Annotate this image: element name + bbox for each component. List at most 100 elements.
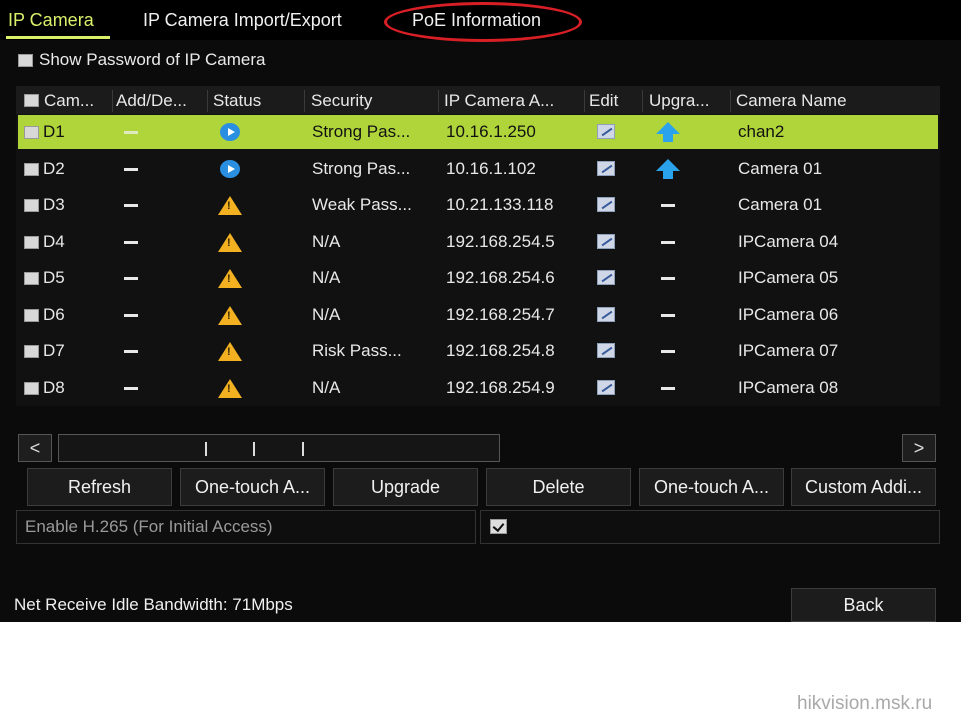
camera-name: Camera 01 <box>738 195 823 214</box>
scrollbar-grip <box>302 442 304 456</box>
column-divider[interactable] <box>584 90 585 112</box>
warning-icon <box>218 196 242 215</box>
add-delete-dash[interactable] <box>124 313 138 317</box>
horizontal-scrollbar[interactable]: < > <box>18 434 938 462</box>
camera-channel: D7 <box>43 341 65 360</box>
security-status: Weak Pass... <box>312 195 412 214</box>
row-checkbox[interactable] <box>24 199 39 212</box>
ip-address: 192.168.254.7 <box>446 304 555 324</box>
show-password-label: Show Password of IP Camera <box>39 50 266 69</box>
upgrade-dash <box>661 277 675 280</box>
upgrade-dash <box>661 204 675 207</box>
annotation-highlight-oval <box>384 2 582 42</box>
select-all-checkbox[interactable] <box>24 94 39 107</box>
security-status: N/A <box>312 231 341 251</box>
table-row[interactable]: D1 Strong Pas... 10.16.1.250 chan2 <box>18 115 938 149</box>
upgrade-button[interactable]: Upgrade <box>333 468 478 506</box>
row-checkbox[interactable] <box>24 381 39 395</box>
column-header-cam[interactable]: Cam... <box>44 91 94 111</box>
warning-icon <box>218 232 242 252</box>
scroll-left-button[interactable]: < <box>18 434 52 462</box>
column-divider[interactable] <box>112 90 113 112</box>
table-row[interactable]: D4 N/A 192.168.254.5 IPCamera 04 <box>18 225 938 259</box>
row-checkbox[interactable] <box>24 308 39 322</box>
camera-name: IPCamera 06 <box>738 304 839 324</box>
column-header-upgrade[interactable]: Upgra... <box>649 91 709 111</box>
edit-icon[interactable] <box>597 197 615 212</box>
row-checkbox[interactable] <box>24 235 39 249</box>
row-checkbox[interactable] <box>24 345 39 358</box>
upgrade-icon[interactable] <box>656 158 680 179</box>
table-row[interactable]: D7 Risk Pass... 192.168.254.8 IPCamera 07 <box>18 334 938 368</box>
scroll-right-button[interactable]: > <box>902 434 936 462</box>
show-password-option[interactable]: Show Password of IP Camera <box>18 50 265 70</box>
camera-name: IPCamera 04 <box>738 231 839 251</box>
edit-icon[interactable] <box>597 343 615 358</box>
column-header-add-delete[interactable]: Add/De... <box>116 91 187 111</box>
play-icon[interactable] <box>220 159 240 178</box>
refresh-button[interactable]: Refresh <box>27 468 172 506</box>
edit-icon[interactable] <box>597 270 615 285</box>
camera-channel: D1 <box>43 122 65 141</box>
tab-ip-camera-import-export[interactable]: IP Camera Import/Export <box>143 10 342 31</box>
add-delete-dash[interactable] <box>124 240 138 244</box>
play-icon[interactable] <box>220 123 240 141</box>
enable-h265-field <box>480 510 940 544</box>
column-header-ip-address[interactable]: IP Camera A... <box>444 91 554 111</box>
row-checkbox[interactable] <box>24 162 39 176</box>
edit-icon[interactable] <box>597 233 615 249</box>
row-checkbox[interactable] <box>24 126 39 139</box>
column-divider[interactable] <box>642 90 643 112</box>
column-divider[interactable] <box>304 90 305 112</box>
camera-name: chan2 <box>738 122 785 141</box>
scrollbar-thumb[interactable] <box>58 434 500 462</box>
table-row[interactable]: D2 Strong Pas... 10.16.1.102 Camera 01 <box>18 152 938 186</box>
camera-name: IPCamera 05 <box>738 268 839 287</box>
scrollbar-grip <box>253 442 255 456</box>
scrollbar-grip <box>205 442 207 456</box>
security-status: N/A <box>312 304 341 324</box>
table-row[interactable]: D6 N/A 192.168.254.7 IPCamera 06 <box>18 298 938 332</box>
column-divider[interactable] <box>438 90 439 112</box>
edit-icon[interactable] <box>597 379 615 395</box>
camera-name: IPCamera 07 <box>738 341 839 360</box>
ip-address: 192.168.254.9 <box>446 377 555 397</box>
column-header-security[interactable]: Security <box>311 91 372 111</box>
table-row[interactable]: D8 N/A 192.168.254.9 IPCamera 08 <box>18 371 938 405</box>
column-header-camera-name[interactable]: Camera Name <box>736 91 847 111</box>
column-header-status[interactable]: Status <box>213 91 261 111</box>
add-delete-dash[interactable] <box>124 386 138 390</box>
table-row[interactable]: D3 Weak Pass... 10.21.133.118 Camera 01 <box>18 188 938 222</box>
add-delete-dash[interactable] <box>124 131 138 134</box>
edit-icon[interactable] <box>597 160 615 176</box>
camera-name: Camera 01 <box>738 158 823 178</box>
one-touch-adding-button[interactable]: One-touch A... <box>639 468 784 506</box>
security-status: Strong Pas... <box>312 122 411 141</box>
row-checkbox[interactable] <box>24 272 39 285</box>
camera-channel: D8 <box>43 377 65 397</box>
warning-icon <box>218 269 242 288</box>
column-divider[interactable] <box>207 90 208 112</box>
add-delete-dash[interactable] <box>124 167 138 171</box>
add-delete-dash[interactable] <box>124 277 138 280</box>
add-delete-dash[interactable] <box>124 204 138 207</box>
custom-adding-button[interactable]: Custom Addi... <box>791 468 936 506</box>
table-row[interactable]: D5 N/A 192.168.254.6 IPCamera 05 <box>18 261 938 295</box>
back-button[interactable]: Back <box>791 588 936 622</box>
edit-icon[interactable] <box>597 124 615 139</box>
one-touch-activate-button[interactable]: One-touch A... <box>180 468 325 506</box>
show-password-checkbox[interactable] <box>18 53 33 67</box>
ip-address: 192.168.254.8 <box>446 341 555 360</box>
column-header-edit[interactable]: Edit <box>589 91 618 111</box>
tab-ip-camera[interactable]: IP Camera <box>8 10 94 31</box>
ip-camera-screen: IP Camera IP Camera Import/Export PoE In… <box>0 0 961 622</box>
delete-button[interactable]: Delete <box>486 468 631 506</box>
enable-h265-checkbox[interactable] <box>490 519 507 534</box>
edit-icon[interactable] <box>597 306 615 322</box>
security-status: Risk Pass... <box>312 341 402 360</box>
add-delete-dash[interactable] <box>124 350 138 353</box>
upgrade-icon[interactable] <box>656 122 680 142</box>
active-tab-indicator <box>6 36 110 39</box>
column-divider[interactable] <box>730 90 731 112</box>
camera-channel: D4 <box>43 231 65 251</box>
